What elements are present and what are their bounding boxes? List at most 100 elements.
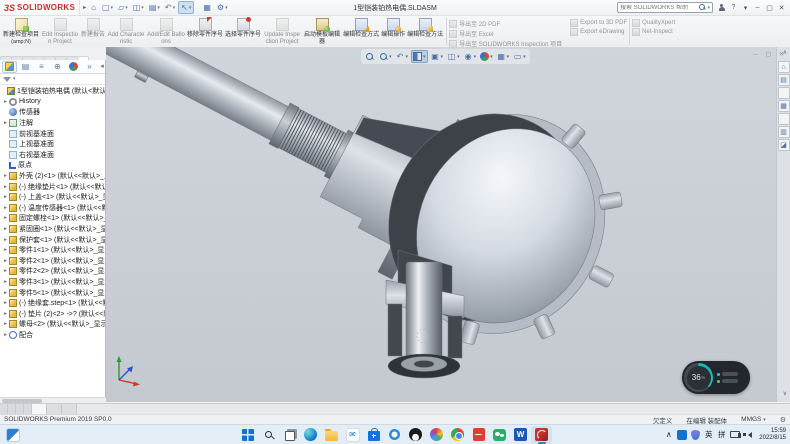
tree-item[interactable]: 传感器: [0, 107, 105, 118]
taskbar-clock[interactable]: 15:59 2022/8/15: [759, 428, 786, 442]
tree-item[interactable]: ▸ (-) 绝缘套.step<1> (默认<<默认>: [0, 298, 105, 309]
hide-show-items-button[interactable]: ◉▾: [463, 51, 478, 62]
tree-filter-bar[interactable]: ▾: [0, 74, 105, 85]
display-button[interactable]: ▦: [201, 2, 214, 13]
expand-arrow-icon[interactable]: ▸: [2, 194, 9, 200]
chrome-icon[interactable]: [447, 426, 468, 444]
ribbon-button[interactable]: Update Inspection Project: [262, 17, 302, 46]
tree-item[interactable]: 原点: [0, 160, 105, 171]
tab-scroll-arrow[interactable]: [0, 404, 8, 414]
ribbon-export-item[interactable]: Export to 3D PDF: [570, 19, 627, 27]
tab-inspection[interactable]: [77, 56, 89, 60]
tree-item[interactable]: ▸ (-) 温度传感器<1> (默认<<默认>_: [0, 203, 105, 214]
tree-item[interactable]: ▸ 配合: [0, 330, 105, 341]
help-dropdown-icon[interactable]: ▾: [740, 2, 751, 14]
expand-arrow-icon[interactable]: ▸: [2, 237, 9, 243]
word-icon[interactable]: W: [510, 426, 531, 444]
toolbar-flyout-icon[interactable]: ▸: [83, 4, 86, 11]
close-button[interactable]: ✕: [776, 2, 787, 14]
search-dropdown-icon[interactable]: ▾: [707, 5, 710, 11]
ribbon-export-item[interactable]: Export eDrawing: [570, 28, 627, 36]
cortana-icon[interactable]: [384, 426, 405, 444]
ribbon-button[interactable]: 选择零件序号: [224, 17, 262, 46]
microsoft-store-icon[interactable]: [363, 426, 384, 444]
view-orientation-button[interactable]: ▣▾: [430, 51, 445, 62]
tree-item[interactable]: 前视基准面: [0, 128, 105, 139]
tab-scroll-arrow[interactable]: [24, 404, 32, 414]
featuremanager-tree-tab[interactable]: [2, 61, 17, 73]
color-wheel-icon[interactable]: [426, 426, 447, 444]
panel-overflow-icon[interactable]: »: [82, 61, 97, 73]
expand-arrow-icon[interactable]: ▸: [2, 184, 9, 190]
ribbon-button[interactable]: Add/Edit Balloons: [146, 17, 186, 46]
tab-scroll-arrow[interactable]: [16, 404, 24, 414]
tab-motion-study[interactable]: [62, 404, 77, 414]
filter-funnel-icon[interactable]: [3, 77, 11, 82]
tree-item[interactable]: ▸ 零件1<1> (默认<<默认>_显示状态: [0, 245, 105, 256]
widget-button-bottom[interactable]: [722, 379, 738, 383]
ribbon-export-item[interactable]: 导出至 2D PDF: [449, 19, 562, 28]
tree-item[interactable]: ▸ 零件5<1> (默认<<默认>_显示状态: [0, 287, 105, 298]
appearances-scenes-tab[interactable]: [778, 113, 790, 125]
tree-item[interactable]: ▸ 零件2<2> (默认<<默认>_显示状态: [0, 266, 105, 277]
ribbon-button[interactable]: 移除零件序号: [186, 17, 224, 46]
solidworks-app-icon[interactable]: [531, 426, 552, 444]
ime-pinyin-indicator[interactable]: 拼: [717, 428, 726, 442]
zoom-to-area-button[interactable]: ▾: [378, 51, 393, 62]
model-3d-view[interactable]: [106, 47, 776, 402]
doc-close-button[interactable]: ✕: [777, 48, 786, 60]
tree-root-assembly[interactable]: 1型铠装铂热电偶 (默认<默认_显示状态-1: [0, 86, 105, 97]
user-account-icon[interactable]: [716, 2, 727, 14]
ribbon-button[interactable]: 新建报告: [80, 17, 106, 46]
help-button[interactable]: ?: [728, 2, 739, 14]
tree-item[interactable]: ▸ 固定螺栓<1> (默认<<默认>_显示: [0, 213, 105, 224]
tree-item[interactable]: 上视基准面: [0, 139, 105, 150]
graphics-viewport[interactable]: ▾↶▾▾▣▾◫▾◉▾▾▦▾▭▾ 36%: [106, 47, 776, 402]
tab-model[interactable]: [32, 404, 47, 414]
panel-collapse-arrow[interactable]: ◂: [98, 62, 106, 72]
tree-item[interactable]: ▸ 保护套<1> (默认<<默认>_显示状: [0, 234, 105, 245]
units-selector[interactable]: MMGS ▾: [741, 416, 766, 423]
previous-view-button[interactable]: ↶▾: [395, 51, 410, 62]
expand-arrow-icon[interactable]: ▸: [2, 311, 9, 317]
volume-icon[interactable]: [744, 428, 753, 442]
home-button[interactable]: ⌂: [89, 2, 99, 13]
ribbon-button[interactable]: 编辑检查方式: [342, 17, 380, 46]
ribbon-button[interactable]: 编辑操作: [380, 17, 406, 46]
ribbon-export-item[interactable]: 导出至 Excel: [449, 29, 562, 38]
edit-appearance-button[interactable]: ▾: [479, 51, 494, 62]
custom-properties-tab[interactable]: ▥: [778, 126, 790, 138]
ribbon-button[interactable]: Add Characteristic: [106, 17, 146, 46]
ribbon-button[interactable]: 新建检查项目 (amp;N): [2, 17, 40, 46]
ime-english-indicator[interactable]: 英: [704, 428, 713, 442]
phone-link-icon[interactable]: [730, 428, 740, 442]
taskpane-scroll-down-icon[interactable]: ∨: [783, 390, 787, 397]
ribbon-export-item[interactable]: Net-Inspect: [632, 28, 675, 36]
tree-item[interactable]: ▸ (-) 垫片 (2)<2> ->? (默认<<默认>: [0, 308, 105, 319]
restore-button[interactable]: ▢: [764, 2, 775, 14]
security-shield-icon[interactable]: [691, 428, 700, 442]
file-explorer-tab[interactable]: [778, 87, 790, 99]
mouse-battery-widget[interactable]: 36%: [682, 361, 750, 394]
section-view-button[interactable]: ▾: [411, 50, 428, 63]
file-explorer-icon[interactable]: [321, 426, 342, 444]
doc-minimize-button[interactable]: –: [751, 48, 760, 60]
design-library-tab[interactable]: ▤: [778, 74, 790, 86]
expand-arrow-icon[interactable]: ▸: [2, 332, 9, 338]
configurationmanager-tab[interactable]: ≡: [34, 61, 49, 73]
tree-item[interactable]: ▸ 外壳 (2)<1> (默认<<默认>_显示状: [0, 171, 105, 182]
status-options-gear-icon[interactable]: ⚙: [780, 416, 786, 424]
dimxpertmanager-tab[interactable]: ⊕: [50, 61, 65, 73]
expand-arrow-icon[interactable]: ▸: [2, 290, 9, 296]
wechat-icon[interactable]: [489, 426, 510, 444]
solidworks-logo[interactable]: 3S SOLIDWORKS: [0, 0, 80, 15]
view-palette-tab[interactable]: ▦: [778, 100, 790, 112]
solidworks-resources-tab[interactable]: ⌂: [778, 61, 790, 73]
filter-dropdown-icon[interactable]: ▾: [13, 76, 16, 82]
expand-arrow-icon[interactable]: ▸: [2, 173, 9, 179]
options-button[interactable]: ⚙▾: [215, 2, 230, 13]
doc-restore-button[interactable]: ▢: [764, 48, 773, 60]
ribbon-button[interactable]: 启动模板编辑器: [302, 17, 342, 46]
select-tool-button[interactable]: ↖▾: [178, 1, 194, 14]
tray-expand-icon[interactable]: ∧: [664, 428, 673, 442]
